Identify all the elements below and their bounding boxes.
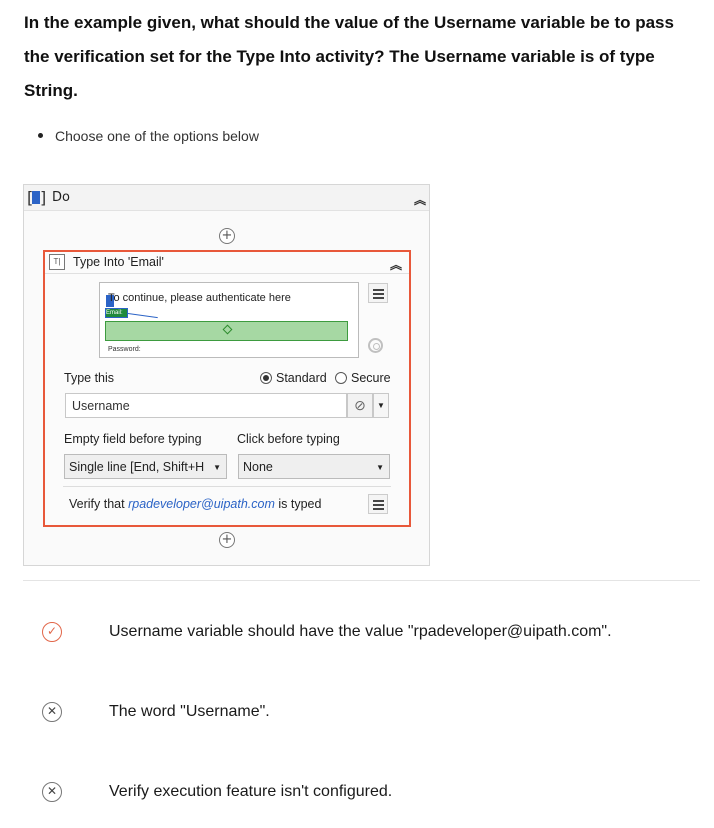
type-into-header: T| Type Into 'Email' ︽ — [45, 252, 409, 274]
verify-menu-icon[interactable] — [368, 494, 388, 514]
bullet-dot — [38, 132, 43, 138]
option-text: Username variable should have the value … — [109, 623, 612, 640]
collapse-icon[interactable]: ︽ — [390, 256, 402, 273]
password-label: Password: — [108, 346, 141, 353]
question-text: In the example given, what should the va… — [24, 13, 674, 100]
x-circle-icon: ✕ — [42, 782, 62, 802]
do-title: Do — [52, 190, 70, 205]
option-text: The word "Username". — [109, 703, 270, 720]
empty-field-select[interactable]: Single line [End, Shift+H ▼ — [64, 454, 227, 479]
x-circle-icon: ✕ — [42, 702, 62, 722]
verify-text: Verify that rpadeveloper@uipath.com is t… — [69, 497, 321, 511]
check-circle-icon: ✓ — [42, 622, 62, 642]
click-before-value: None — [243, 460, 273, 474]
divider — [23, 580, 700, 581]
click-before-label: Click before typing — [237, 432, 340, 446]
add-activity-plus-icon[interactable]: + — [219, 532, 235, 548]
preview-text: To continue, please authenticate here — [108, 292, 291, 304]
do-header: [] Do ︽ — [24, 185, 429, 211]
standard-radio[interactable] — [260, 372, 272, 384]
type-into-icon: T| — [49, 254, 65, 270]
answer-option[interactable]: ✕ The word "Username". — [42, 701, 682, 723]
anchor-line — [127, 313, 158, 319]
verify-prefix: Verify that — [69, 497, 125, 511]
indicate-target-icon[interactable] — [368, 338, 383, 353]
add-activity-plus-icon[interactable]: + — [219, 228, 235, 244]
option-text: Verify execution feature isn't configure… — [109, 783, 393, 800]
target-preview: To continue, please authenticate here Em… — [99, 282, 359, 358]
chevron-down-icon[interactable]: ▼ — [373, 393, 389, 418]
email-tag: Email: — [105, 308, 128, 318]
target-element-highlight — [105, 321, 348, 341]
type-into-title: Type Into 'Email' — [73, 255, 164, 269]
empty-field-value: Single line [End, Shift+H — [69, 460, 205, 474]
type-this-label: Type this — [64, 371, 115, 385]
click-before-select[interactable]: None ▼ — [238, 454, 390, 479]
sequence-icon: [] — [27, 188, 47, 207]
collapse-icon[interactable]: ︽ — [414, 191, 426, 208]
standard-label: Standard — [276, 371, 327, 385]
secure-radio[interactable] — [335, 372, 347, 384]
type-this-input[interactable]: Username — [65, 393, 347, 418]
target-anchor-icon — [222, 324, 233, 335]
verify-value: rpadeveloper@uipath.com — [128, 497, 275, 511]
chevron-down-icon: ▼ — [213, 463, 221, 472]
empty-field-label: Empty field before typing — [64, 432, 202, 446]
divider — [63, 486, 391, 487]
answer-option[interactable]: ✓ Username variable should have the valu… — [42, 621, 682, 643]
instruction-text: Choose one of the options below — [55, 128, 259, 144]
secure-label: Secure — [351, 371, 391, 385]
instruction: Choose one of the options below — [38, 128, 259, 144]
type-into-activity[interactable]: T| Type Into 'Email' ︽ To continue, plea… — [43, 250, 411, 527]
target-menu-icon[interactable] — [368, 283, 388, 303]
eye-hidden-icon[interactable]: ⊘ — [347, 393, 373, 418]
chevron-down-icon: ▼ — [376, 463, 384, 472]
answer-option[interactable]: ✕ Verify execution feature isn't configu… — [42, 781, 682, 803]
verify-suffix: is typed — [278, 497, 322, 511]
